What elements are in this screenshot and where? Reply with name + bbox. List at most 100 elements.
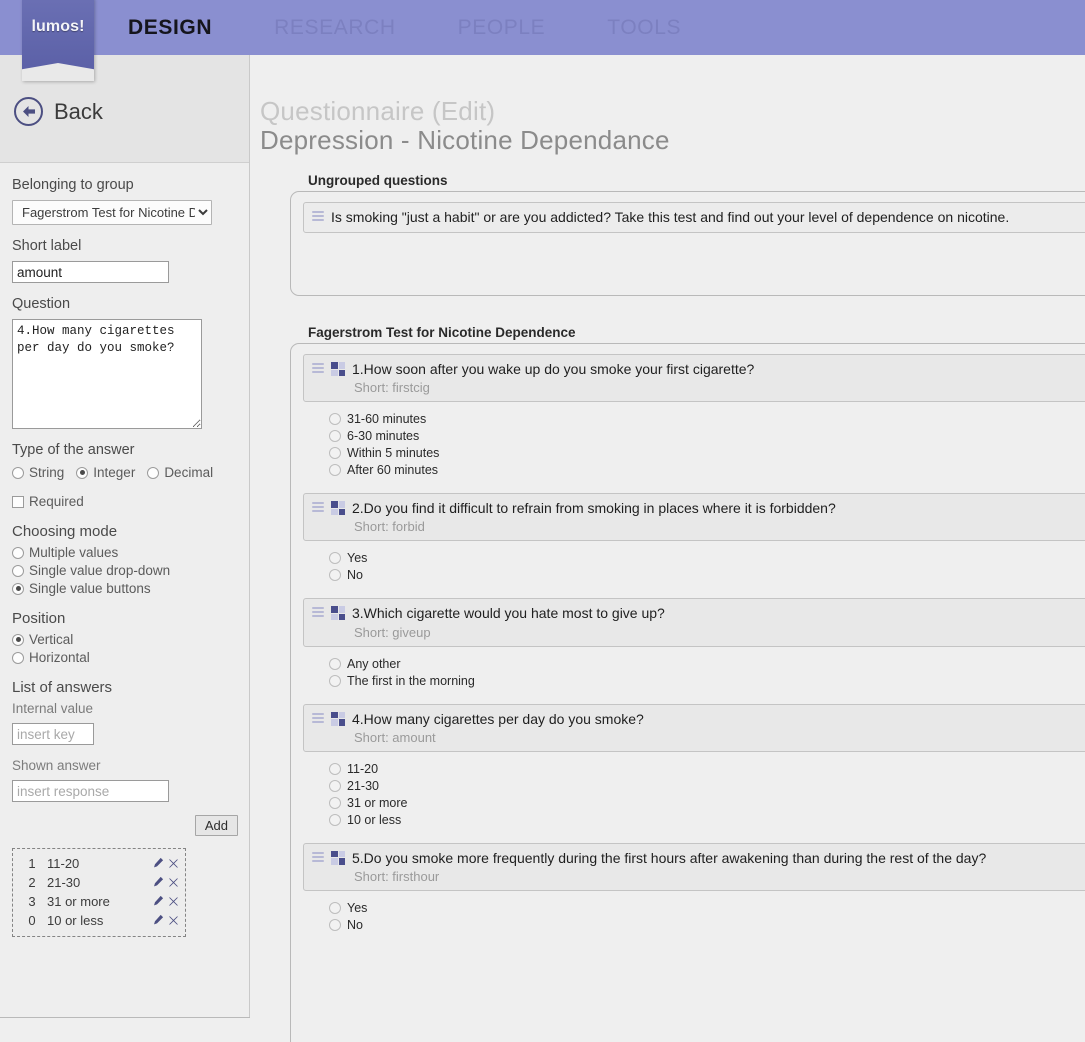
question-row[interactable]: 3.Which cigarette would you hate most to… xyxy=(303,598,1085,647)
nav-item-tools[interactable]: TOOLS xyxy=(607,16,681,40)
short-label-input[interactable] xyxy=(12,261,169,283)
option-row[interactable]: 31-60 minutes xyxy=(329,412,1085,426)
edit-pencil-icon[interactable] xyxy=(153,876,164,889)
answer-row: 0 10 or less xyxy=(17,911,181,930)
app-logo[interactable]: lumos! xyxy=(22,0,94,81)
radio-icon xyxy=(329,796,341,809)
option-label: 6-30 minutes xyxy=(347,429,420,444)
question-text: 1.How soon after you wake up do you smok… xyxy=(352,361,755,377)
answer-type-label: Type of the answer xyxy=(12,442,135,458)
option-row[interactable]: 21-30 xyxy=(329,779,1085,793)
answer-type-option-integer[interactable]: Integer xyxy=(76,465,135,480)
option-row[interactable]: 11-20 xyxy=(329,762,1085,776)
answer-type-option-string[interactable]: String xyxy=(12,465,64,480)
required-checkbox-row[interactable]: Required xyxy=(12,494,237,509)
group-panel: 1.How soon after you wake up do you smok… xyxy=(290,343,1085,1042)
delete-close-icon[interactable] xyxy=(169,857,178,870)
question-block: 3.Which cigarette would you hate most to… xyxy=(303,598,1085,688)
back-button[interactable]: Back xyxy=(14,97,103,126)
group-label: Ungrouped questions xyxy=(308,173,448,188)
question-row[interactable]: 2.Do you find it difficult to refrain fr… xyxy=(303,493,1085,542)
answer-row: 3 31 or more xyxy=(17,892,181,911)
answer-row: 1 11-20 xyxy=(17,854,181,873)
edit-pencil-icon[interactable] xyxy=(153,895,164,908)
belonging-to-group-select[interactable]: Fagerstrom Test for Nicotine Dependence xyxy=(12,200,212,225)
question-text: 3.Which cigarette would you hate most to… xyxy=(352,605,665,622)
drag-handle-icon[interactable] xyxy=(312,851,324,862)
drag-handle-icon[interactable] xyxy=(312,712,324,723)
option-label: No xyxy=(347,917,363,932)
answer-key: 3 xyxy=(28,894,36,909)
left-sidebar: Back Belonging to group Fagerstrom Test … xyxy=(0,55,250,1018)
option-row[interactable]: No xyxy=(329,918,1085,932)
add-answer-button[interactable]: Add xyxy=(194,815,238,836)
option-row[interactable]: Yes xyxy=(329,551,1085,565)
question-row[interactable]: 4.How many cigarettes per day do you smo… xyxy=(303,703,1085,752)
radio-icon xyxy=(12,546,24,559)
radio-icon xyxy=(12,633,24,646)
question-row[interactable]: 5.Do you smoke more frequently during th… xyxy=(303,842,1085,891)
page-title: Questionnaire (Edit) xyxy=(260,96,496,126)
drag-handle-icon[interactable] xyxy=(312,607,324,618)
choosing-mode-label: Choosing mode xyxy=(12,523,118,540)
edit-pencil-icon[interactable] xyxy=(153,914,164,927)
question-short-label: Short: amount xyxy=(354,729,436,745)
option-label: Yes xyxy=(347,551,368,566)
answer-type-integer-label: Integer xyxy=(93,465,136,480)
choosing-mode-option-dropdown[interactable]: Single value drop-down xyxy=(12,563,237,578)
position-option-vertical[interactable]: Vertical xyxy=(12,632,237,647)
answer-value: 11-20 xyxy=(47,856,80,871)
answer-type-option-decimal[interactable]: Decimal xyxy=(147,465,213,480)
checkbox-icon xyxy=(12,495,24,508)
question-row[interactable]: Is smoking "just a habit" or are you add… xyxy=(303,202,1085,234)
position-option-horizontal[interactable]: Horizontal xyxy=(12,650,237,665)
drag-handle-icon[interactable] xyxy=(312,502,324,513)
list-of-answers-label: List of answers xyxy=(12,679,113,696)
shown-answer-input[interactable] xyxy=(12,780,169,802)
answers-list: 1 11-20 2 21-30 3 31 or more 0 10 or les… xyxy=(12,848,186,937)
question-type-grid-icon xyxy=(331,362,345,376)
option-label: The first in the morning xyxy=(347,673,475,688)
answer-type-decimal-label: Decimal xyxy=(164,465,214,480)
radio-icon xyxy=(329,657,341,670)
nav-item-research[interactable]: RESEARCH xyxy=(274,16,396,40)
radio-icon xyxy=(329,430,341,443)
radio-icon xyxy=(12,466,24,479)
question-short-label: Short: giveup xyxy=(354,624,431,640)
nav-item-design[interactable]: DESIGN xyxy=(128,16,212,40)
radio-icon xyxy=(329,762,341,775)
option-list: Any other The first in the morning xyxy=(303,647,1085,688)
option-row[interactable]: Within 5 minutes xyxy=(329,446,1085,460)
nav-item-people[interactable]: PEOPLE xyxy=(458,16,546,40)
radio-icon xyxy=(329,552,341,565)
delete-close-icon[interactable] xyxy=(169,876,178,889)
answer-type-radio-group: String Integer Decimal xyxy=(12,465,237,480)
drag-handle-icon[interactable] xyxy=(312,211,324,221)
option-label: No xyxy=(347,568,363,583)
radio-icon xyxy=(329,447,341,460)
option-row[interactable]: 10 or less xyxy=(329,813,1085,827)
radio-icon xyxy=(329,569,341,582)
question-row[interactable]: 1.How soon after you wake up do you smok… xyxy=(303,354,1085,403)
option-row[interactable]: 31 or more xyxy=(329,796,1085,810)
question-textarea[interactable]: 4.How many cigarettes per day do you smo… xyxy=(12,319,202,429)
choosing-mode-option-multiple[interactable]: Multiple values xyxy=(12,545,237,560)
answer-value: 31 or more xyxy=(47,894,110,909)
radio-icon xyxy=(147,466,160,479)
option-row[interactable]: 6-30 minutes xyxy=(329,429,1085,443)
choosing-mode-option-buttons[interactable]: Single value buttons xyxy=(12,581,237,596)
option-row[interactable]: The first in the morning xyxy=(329,674,1085,688)
delete-close-icon[interactable] xyxy=(169,895,178,908)
back-button-label: Back xyxy=(54,98,103,124)
option-row[interactable]: Yes xyxy=(329,901,1085,915)
option-row[interactable]: After 60 minutes xyxy=(329,463,1085,477)
position-horizontal-label: Horizontal xyxy=(29,650,90,665)
question-type-grid-icon xyxy=(331,711,345,726)
option-label: After 60 minutes xyxy=(347,463,439,478)
option-row[interactable]: Any other xyxy=(329,657,1085,671)
drag-handle-icon[interactable] xyxy=(312,363,324,373)
edit-pencil-icon[interactable] xyxy=(153,857,164,870)
internal-value-input[interactable] xyxy=(12,723,94,745)
option-row[interactable]: No xyxy=(329,568,1085,582)
delete-close-icon[interactable] xyxy=(169,914,178,927)
